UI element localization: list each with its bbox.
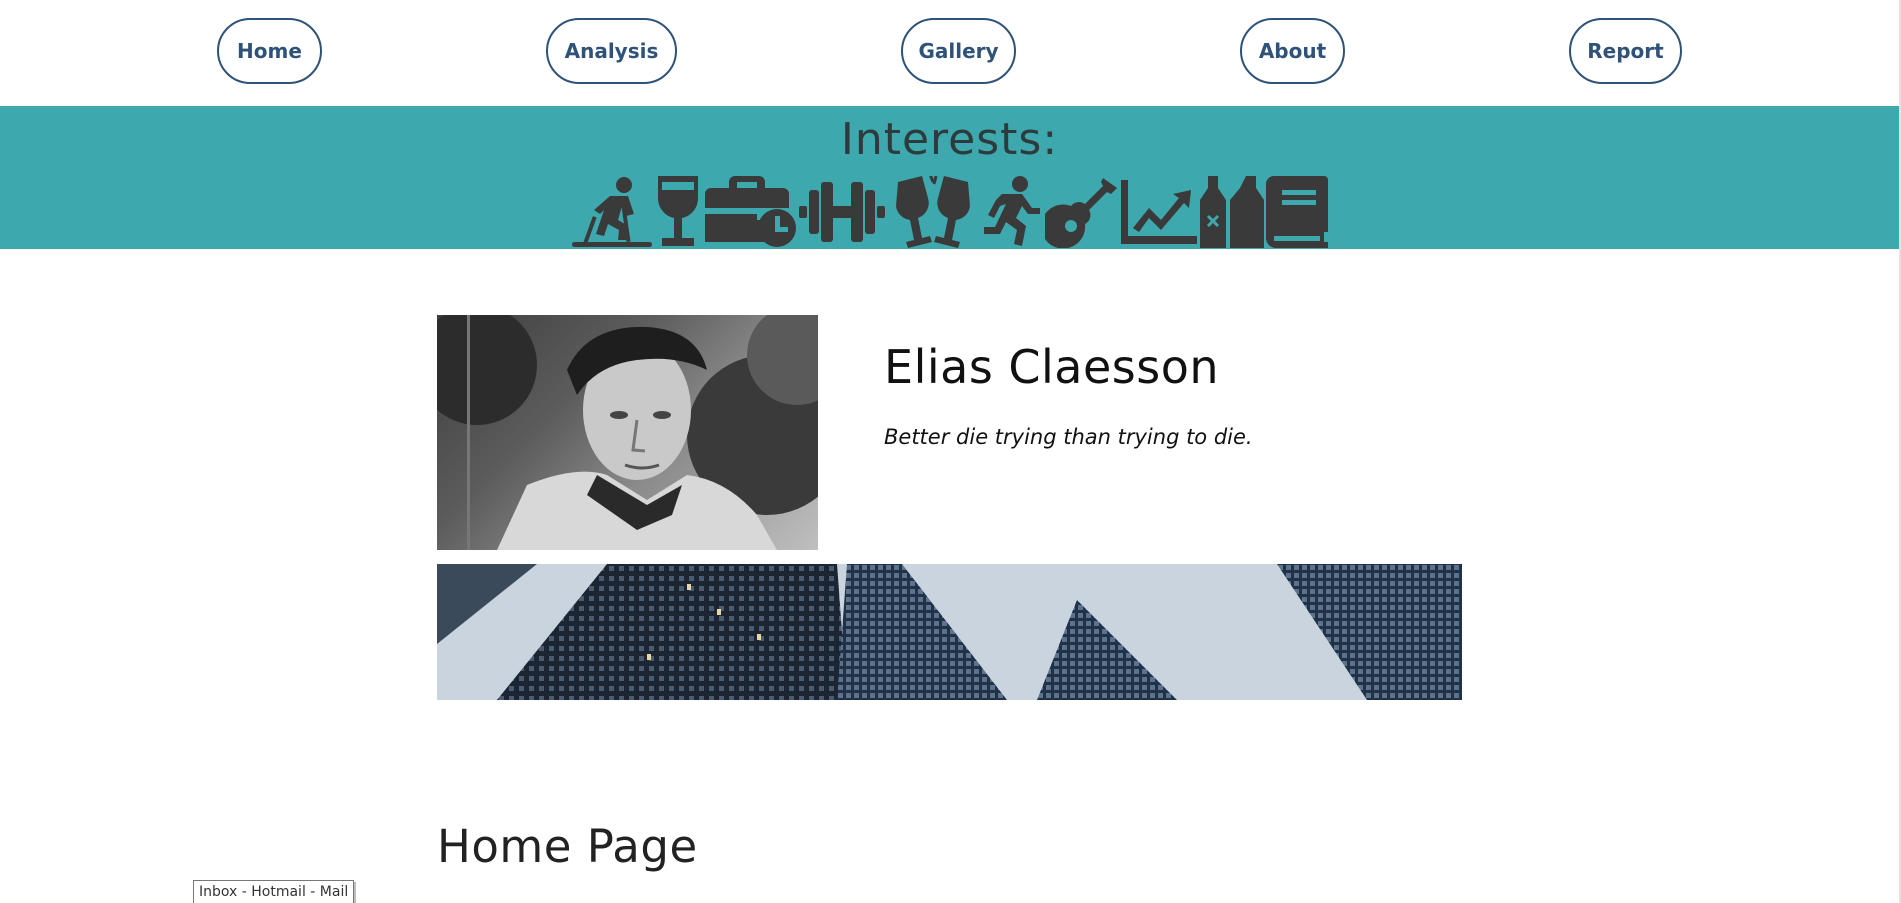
- interests-title: Interests:: [840, 114, 1059, 165]
- nav-analysis-button[interactable]: Analysis: [546, 18, 677, 84]
- home-page-title: Home Page: [437, 820, 698, 873]
- top-navigation: Home Analysis Gallery About Report: [0, 0, 1899, 106]
- chart-line-icon: [1121, 180, 1198, 244]
- page: Home Analysis Gallery About Report Inter…: [0, 0, 1901, 903]
- nav-about-button[interactable]: About: [1240, 18, 1345, 84]
- dumbbell-icon: [799, 182, 886, 242]
- wine-glass-icon: [658, 176, 699, 246]
- profile-quote: Better die trying than trying to die.: [884, 425, 1253, 449]
- guitar-icon: [1044, 178, 1117, 248]
- skiing-icon: [572, 177, 652, 247]
- profile-name: Elias Claesson: [884, 340, 1220, 394]
- running-icon: [984, 176, 1041, 246]
- interests-band: Interests:: [0, 106, 1899, 249]
- wine-bottles-icon: [1199, 176, 1264, 248]
- interests-icons: [572, 172, 1328, 248]
- book-icon: [1265, 176, 1328, 248]
- nav-home-button[interactable]: Home: [217, 18, 322, 84]
- nav-gallery-button[interactable]: Gallery: [901, 18, 1016, 84]
- business-time-icon: [704, 176, 796, 247]
- nav-report-button[interactable]: Report: [1569, 18, 1682, 84]
- profile-photo: [437, 315, 818, 550]
- cheers-glasses-icon: [895, 176, 970, 248]
- city-skyline-banner: [437, 564, 1462, 700]
- status-tooltip: Inbox - Hotmail - Mail: [193, 880, 355, 903]
